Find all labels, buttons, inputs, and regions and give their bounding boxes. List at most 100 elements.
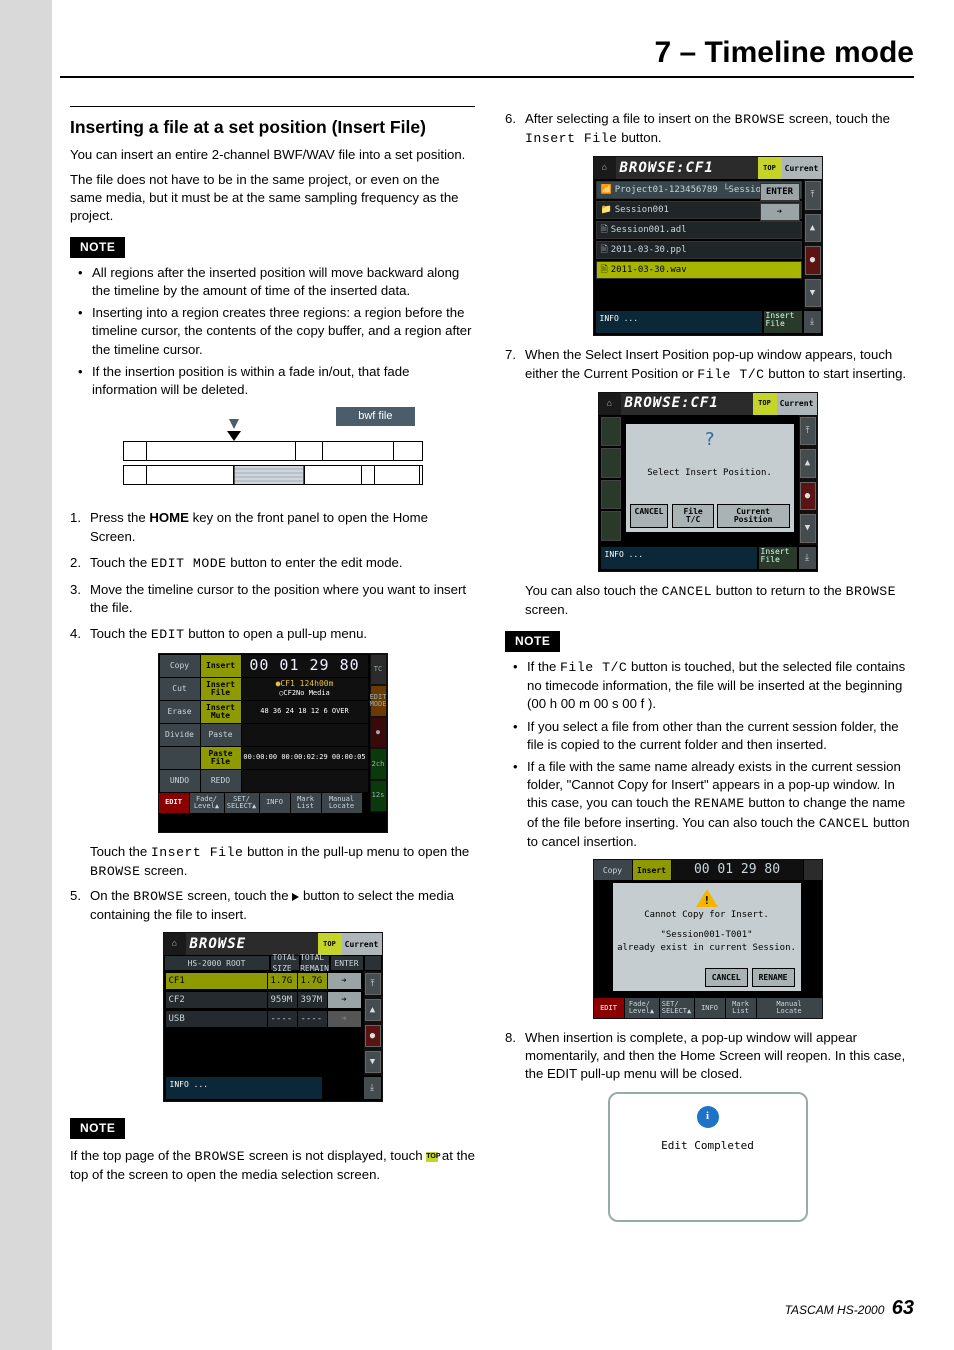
popup-message: Select Insert Position. <box>630 467 790 479</box>
edit-bot-btn[interactable]: INFO <box>260 793 290 813</box>
scroll-down-icon[interactable]: ▼ <box>800 514 816 543</box>
edit-button[interactable]: EDIT <box>159 793 189 813</box>
step-num: 4. <box>70 625 81 643</box>
insert-file-button[interactable]: Insert File <box>764 311 802 333</box>
back-icon[interactable]: ⌂ <box>164 933 186 955</box>
edit-bot-btn[interactable]: INFO <box>695 998 725 1018</box>
step-num: 7. <box>505 346 516 364</box>
scroll-down-icon[interactable]: ▼ <box>805 279 821 308</box>
browse-row[interactable]: CF11.7G1.7G➔ <box>165 972 363 990</box>
list-item[interactable]: 🗎 Session001.adl <box>596 221 802 239</box>
step-text: When the Select Insert Position pop-up w… <box>525 347 906 380</box>
step-text: Touch the EDIT button to open a pull-up … <box>90 626 367 641</box>
list-item-selected[interactable]: 🗎 2011-03-30.wav <box>596 261 802 279</box>
back-icon[interactable]: ⌂ <box>599 393 621 415</box>
rename-button[interactable]: RENAME <box>752 968 795 987</box>
scroll-top-icon[interactable]: ⤒ <box>800 417 816 446</box>
cancel-button[interactable]: CANCEL <box>705 968 748 987</box>
inserted-region <box>234 466 304 484</box>
file-tc-button[interactable]: File T/C <box>672 504 713 528</box>
edit-cell[interactable]: Copy <box>594 860 632 880</box>
top-icon[interactable]: TOP <box>758 157 782 179</box>
timeline-row-before <box>123 441 423 461</box>
enter-button[interactable]: ENTER <box>760 183 800 201</box>
note-item: If the File T/C button is touched, but t… <box>517 658 910 714</box>
scroll-up-icon[interactable]: ▲ <box>805 214 821 243</box>
edit-cell[interactable]: UNDO <box>160 770 200 792</box>
info-button[interactable]: INFO ... <box>601 547 757 569</box>
edit-bot-btn[interactable]: Mark List <box>726 998 756 1018</box>
scroll-bottom-icon[interactable]: ⤓ <box>364 1077 381 1099</box>
step-num: 2. <box>70 554 81 572</box>
record-icon[interactable]: ● <box>800 482 816 511</box>
edit-bot-btn[interactable]: Manual Locate <box>757 998 822 1018</box>
current-badge[interactable]: Current <box>782 157 822 179</box>
note-list-right: If the File T/C button is touched, but t… <box>505 658 910 851</box>
scroll-top-icon[interactable]: ⤒ <box>365 973 381 995</box>
scroll-bottom-icon[interactable]: ⤓ <box>799 547 816 569</box>
edit-cell[interactable]: Insert Mute <box>201 701 241 723</box>
browse-row[interactable]: CF2959M397M➔ <box>165 991 363 1009</box>
edit-cell[interactable]: Paste <box>201 724 241 746</box>
edit-cell-insert[interactable]: Insert <box>201 655 241 677</box>
arrow-right-icon[interactable]: ➔ <box>328 992 362 1008</box>
scroll-up-icon[interactable]: ▲ <box>800 449 816 478</box>
info-button[interactable]: INFO ... <box>166 1077 322 1099</box>
edit-cell[interactable]: REDO <box>201 770 241 792</box>
edit-bot-btn[interactable]: Mark List <box>291 793 321 813</box>
arrow-down-icon <box>229 419 239 429</box>
browse-col-hdr: TOTAL SIZE <box>270 955 300 971</box>
edit-cell[interactable]: Insert <box>633 860 671 880</box>
step4-caption: Touch the Insert File button in the pull… <box>90 843 475 881</box>
edit-cell[interactable]: Divide <box>160 724 200 746</box>
back-icon[interactable]: ⌂ <box>594 157 616 179</box>
edit-cell[interactable]: Erase <box>160 701 200 723</box>
page-gray-strip <box>0 0 52 1350</box>
list-item[interactable]: 🗎 2011-03-30.ppl <box>596 241 802 259</box>
browse-title: BROWSE:CF1 <box>616 157 758 179</box>
chapter-title: 7 – Timeline mode <box>60 36 914 78</box>
note1-item: Inserting into a region creates three re… <box>82 304 475 359</box>
left-column: Inserting a file at a set position (Inse… <box>70 106 475 1226</box>
edit-cell[interactable]: Cut <box>160 678 200 700</box>
arrow-right-icon[interactable]: ➔ <box>328 973 362 989</box>
edit-bot-btn[interactable]: SET/ SELECT▲ <box>660 998 694 1018</box>
record-icon[interactable]: ● <box>365 1025 381 1047</box>
scroll-top-icon[interactable]: ⤒ <box>805 181 821 210</box>
edit-bot-btn[interactable]: Fade/ Level▲ <box>625 998 659 1018</box>
scroll-down-icon[interactable]: ▼ <box>365 1051 381 1073</box>
scroll-up-icon[interactable]: ▲ <box>365 999 381 1021</box>
current-position-button[interactable]: Current Position <box>717 504 790 528</box>
info-button[interactable]: INFO ... <box>596 311 762 333</box>
edit-bot-btn[interactable]: Fade/ Level▲ <box>190 793 224 813</box>
page-number: 63 <box>892 1297 914 1319</box>
insert-file-button[interactable]: Insert File <box>759 547 797 569</box>
edit-cell[interactable]: Copy <box>160 655 200 677</box>
edit-button[interactable]: EDIT <box>594 998 624 1018</box>
note-tag: NOTE <box>505 631 560 652</box>
timeline-diagram: bwf file <box>123 407 423 497</box>
screenshot-select-position: ⌂ BROWSE:CF1 TOP Current ? Select Insert… <box>598 392 818 572</box>
browse-row[interactable]: USB--------➔ <box>165 1010 363 1028</box>
cancel-button[interactable]: CANCEL <box>630 504 669 528</box>
timecode-display: 00 01 29 80 <box>249 655 359 676</box>
edit-bot-btn[interactable]: Manual Locate <box>322 793 362 813</box>
section-heading: Inserting a file at a set position (Inse… <box>70 106 475 138</box>
top-icon: TOP <box>426 1152 438 1162</box>
right-column: 6. After selecting a file to insert on t… <box>505 106 910 1226</box>
note-list-1: All regions after the inserted position … <box>70 264 475 400</box>
edit-cell-insert-file[interactable]: Insert File <box>201 678 241 700</box>
edit-cell[interactable]: Paste File <box>201 747 241 769</box>
page-header: 7 – Timeline mode <box>60 36 914 78</box>
edit-bot-btn[interactable]: SET/ SELECT▲ <box>225 793 259 813</box>
browse-title: BROWSE:CF1 <box>621 393 753 415</box>
scroll-bottom-icon[interactable]: ⤓ <box>804 311 821 333</box>
popup-detail: already exist in current Session. <box>613 942 801 954</box>
record-icon[interactable]: ● <box>805 246 821 275</box>
top-icon[interactable]: TOP <box>753 393 777 415</box>
current-badge[interactable]: Current <box>777 393 817 415</box>
current-badge[interactable]: Current <box>342 933 382 955</box>
arrow-right-icon <box>292 893 299 901</box>
browse-col-hdr: HS-2000 ROOT <box>164 955 270 971</box>
arrow-right-icon[interactable]: ➔ <box>760 203 800 221</box>
